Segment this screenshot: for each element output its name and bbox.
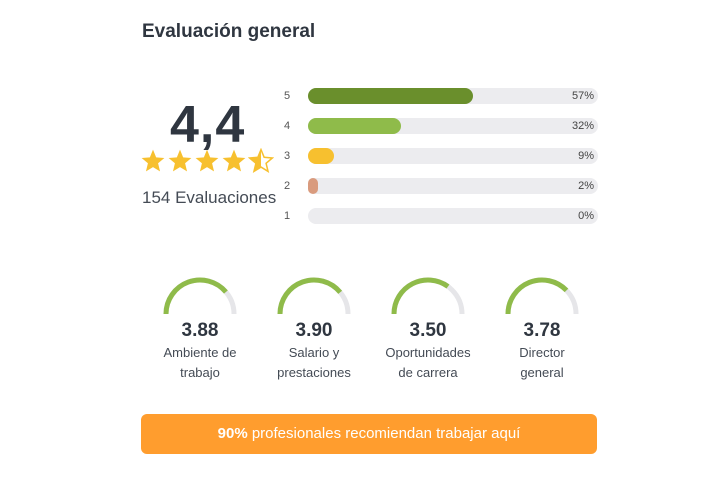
star-rating [140, 148, 274, 174]
rating-bar-fill [308, 118, 401, 134]
gauge-track [277, 277, 351, 315]
rating-bar-fill [308, 148, 335, 164]
rating-bar-track: 2% [308, 178, 598, 194]
rating-bar-fill [308, 88, 474, 104]
category-scores: 3.88 Ambiente de trabajo 3.90 Salario y prest… [140, 274, 600, 394]
gauge-fill [505, 277, 569, 315]
rating-bar-percent: 0% [578, 210, 594, 222]
recommendation-banner: 90% profesionales recomiendan trabajar a… [141, 414, 597, 454]
section-title: Evaluación general [142, 21, 316, 42]
rating-row-4: 4 32% [284, 118, 600, 134]
rating-row-2: 2 2% [284, 178, 600, 194]
rating-row-5: 5 57% [284, 88, 600, 104]
category-label: Ambiente de [163, 345, 237, 360]
rating-bar-percent: 2% [578, 180, 594, 192]
category-label: general [520, 365, 564, 380]
category-score: 3.88 [181, 320, 219, 341]
rating-bar-track: 9% [308, 148, 598, 164]
overall-score: 4,4 [170, 96, 246, 154]
rating-bar-percent: 57% [571, 90, 594, 102]
star-icon [141, 149, 165, 172]
category-label: Salario y [288, 345, 340, 360]
category-score: 3.78 [523, 320, 561, 341]
recommendation-percent: 90% [217, 425, 248, 442]
gauge-fill [277, 277, 343, 315]
gauge-fill [391, 277, 450, 315]
category-label: Oportunidades [385, 345, 471, 360]
rating-row-label: 4 [284, 120, 291, 132]
category-score: 3.90 [295, 320, 333, 341]
gauge-fill [163, 277, 228, 315]
rating-bar-percent: 32% [571, 120, 594, 132]
rating-bar-track: 32% [308, 118, 598, 134]
gauge-arc [505, 277, 579, 315]
rating-row-1: 1 0% [284, 208, 600, 224]
gauge-arc [391, 277, 465, 315]
review-count: 154 Evaluaciones [142, 188, 277, 207]
category-label: de carrera [398, 365, 458, 380]
rating-row-label: 2 [284, 180, 291, 192]
gauge-track [505, 277, 579, 315]
gauge-arc [277, 277, 351, 315]
rating-bar-track: 57% [308, 88, 598, 104]
rating-row-label: 3 [284, 150, 291, 162]
star-icon [168, 149, 192, 172]
rating-row-3: 3 9% [284, 148, 600, 164]
category-score: 3.50 [409, 320, 447, 341]
star-half-icon [248, 148, 274, 174]
rating-bar-fill [308, 178, 318, 194]
rating-bar-percent: 9% [578, 150, 594, 162]
category-gauge: 3.90 Salario y prestaciones [254, 274, 374, 383]
category-label: prestaciones [277, 365, 351, 380]
gauge-arc [163, 277, 237, 315]
rating-row-label: 1 [284, 210, 291, 222]
star-icon [195, 149, 219, 172]
category-gauge: 3.50 Oportunidades de carrera [368, 274, 488, 383]
gauge-track [391, 277, 465, 315]
category-label: Director [519, 345, 565, 360]
gauge-track [163, 277, 237, 315]
star-icon [222, 149, 246, 172]
rating-row-label: 5 [284, 90, 291, 102]
category-label: trabajo [180, 365, 220, 380]
recommendation-text: profesionales recomiendan trabajar aquí [247, 425, 521, 442]
category-gauge: 3.88 Ambiente de trabajo [140, 274, 260, 383]
rating-bar-track: 0% [308, 208, 598, 224]
category-gauge: 3.78 Director general [482, 274, 602, 383]
